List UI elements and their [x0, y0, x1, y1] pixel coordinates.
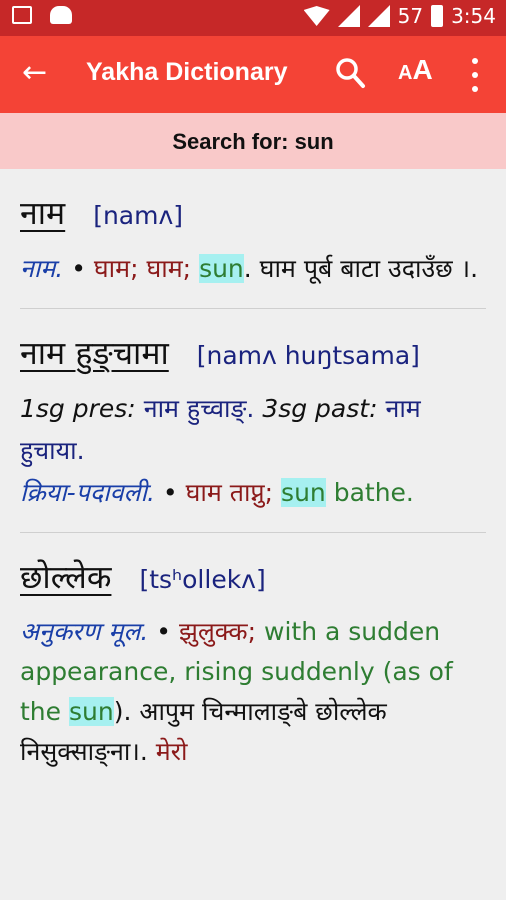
search-icon[interactable]	[334, 56, 366, 90]
entry-3[interactable]: छोल्लेक [tsʰollekʌ] अनुकरण मूल. • झुलुक्…	[0, 533, 506, 772]
bullet: •	[162, 478, 178, 507]
entry-headword: नाम हुङ्चामा	[20, 334, 169, 372]
wifi-icon	[303, 6, 330, 26]
search-highlight: sun	[68, 697, 114, 726]
signal-2-icon	[367, 5, 390, 27]
font-size-button[interactable]: AA	[398, 54, 433, 86]
part-of-speech: क्रिया-पदावली.	[20, 478, 155, 507]
android-notification-icon	[50, 6, 72, 24]
bullet: •	[71, 254, 86, 283]
entry-ipa: [namʌ huŋtsama]	[196, 341, 420, 370]
entry-grammar: 1sg pres: नाम हुच्वाङ्. 3sg past: नाम हु…	[20, 388, 486, 472]
nepali-gloss: घाम;	[146, 254, 192, 283]
grammar-label: 1sg pres:	[20, 394, 136, 423]
clock: 3:54	[451, 4, 496, 28]
english-gloss: bathe.	[333, 478, 414, 507]
entry-headword: नाम	[20, 194, 66, 232]
punctuation: ).	[113, 697, 132, 726]
search-highlight: sun	[281, 478, 326, 507]
app-title: Yakha Dictionary	[86, 58, 288, 86]
back-arrow-icon[interactable]: ←	[22, 56, 47, 90]
entry-2[interactable]: नाम हुङ्चामा [namʌ huŋtsama] 1sg pres: न…	[0, 309, 506, 514]
entry-1[interactable]: नाम [namʌ] नाम. • घाम; घाम; sun. घाम पूर…	[0, 169, 506, 290]
font-size-small-a: A	[398, 62, 413, 84]
entry-definition: अनुकरण मूल. • झुलुक्क; with a sudden app…	[20, 612, 486, 772]
font-size-big-a: A	[412, 54, 433, 85]
entry-headword: छोल्लेक	[20, 558, 112, 596]
nepali-gloss: झुलुक्क;	[178, 617, 257, 646]
results-list[interactable]: नाम [namʌ] नाम. • घाम; घाम; sun. घाम पूर…	[0, 169, 506, 900]
status-bar: 57 3:54	[0, 0, 506, 36]
nepali-gloss: घाम ताप्नु;	[185, 478, 274, 507]
app-toolbar: ← Yakha Dictionary AA	[0, 36, 506, 113]
grammar-form: नाम हुच्वाङ्.	[143, 394, 255, 423]
bullet: •	[156, 617, 171, 646]
entry-ipa: [namʌ]	[93, 201, 184, 230]
example-sentence: . घाम पूर्ब बाटा उदाउँछ ।.	[243, 254, 479, 283]
battery-icon	[431, 5, 444, 27]
search-query-banner: Search for: sun	[0, 113, 506, 169]
grammar-label: 3sg past:	[262, 394, 378, 423]
entry-definition: क्रिया-पदावली. • घाम ताप्नु; sun bathe.	[20, 472, 486, 514]
entry-definition: नाम. • घाम; घाम; sun. घाम पूर्ब बाटा उदा…	[20, 248, 486, 290]
part-of-speech: नाम.	[20, 254, 64, 283]
entry-ipa: [tsʰollekʌ]	[139, 565, 266, 594]
part-of-speech: अनुकरण मूल.	[20, 617, 149, 646]
nepali-gloss: घाम;	[93, 254, 139, 283]
nepali-gloss: मेरो	[155, 737, 188, 766]
battery-percent: 57	[397, 4, 424, 28]
image-notification-icon	[12, 6, 32, 24]
search-highlight: sun	[199, 254, 244, 283]
overflow-menu-icon[interactable]	[468, 58, 482, 92]
signal-icon	[337, 5, 360, 27]
